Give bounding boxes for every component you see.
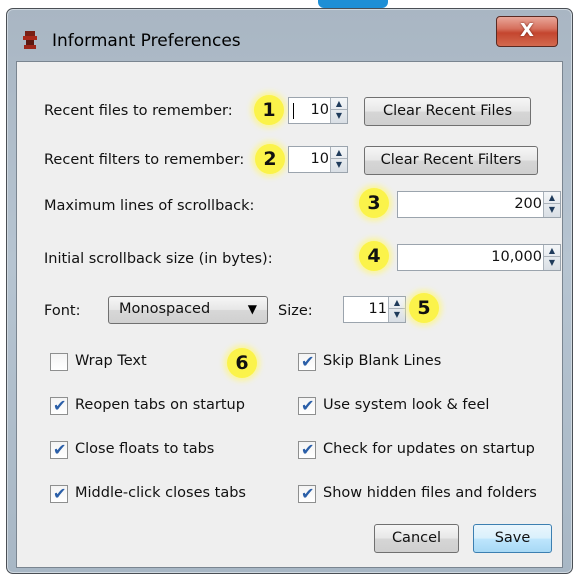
- annotation-badge-6: 6: [227, 348, 257, 378]
- app-icon: [23, 31, 37, 49]
- annotation-badge-1: 1: [254, 95, 284, 125]
- dropdown-arrow-icon: ▼: [247, 302, 257, 316]
- spinner-down-icon[interactable]: ▼: [544, 204, 560, 216]
- title-bar[interactable]: Informant Preferences X: [7, 9, 572, 59]
- max-scrollback-spinner[interactable]: 200 ▲ ▼: [397, 191, 561, 218]
- recent-filters-label: Recent filters to remember:: [44, 152, 245, 168]
- preferences-dialog: Informant Preferences X Recent files to …: [6, 8, 573, 574]
- initial-scrollback-value: 10,000: [491, 249, 542, 265]
- font-select[interactable]: Monospaced ▼: [108, 296, 268, 324]
- spinner-down-icon[interactable]: ▼: [331, 110, 347, 122]
- font-size-spinner[interactable]: 11 ▲ ▼: [343, 296, 406, 323]
- initial-scrollback-spinner[interactable]: 10,000 ▲ ▼: [397, 244, 561, 271]
- clear-recent-filters-button[interactable]: Clear Recent Filters: [364, 146, 538, 175]
- checkbox-box[interactable]: ✔: [50, 484, 68, 503]
- checkbox-box[interactable]: ✔: [50, 353, 68, 371]
- recent-filters-spinner[interactable]: 10 ▲ ▼: [288, 146, 348, 173]
- spinner-up-icon[interactable]: ▲: [544, 245, 560, 257]
- window-title: Informant Preferences: [52, 31, 241, 51]
- spinner-down-icon[interactable]: ▼: [389, 309, 405, 321]
- checkbox-box[interactable]: ✔: [298, 396, 316, 415]
- spinner-arrows[interactable]: ▲ ▼: [330, 98, 347, 123]
- spinner-up-icon[interactable]: ▲: [544, 192, 560, 204]
- recent-files-label: Recent files to remember:: [44, 103, 233, 119]
- text-caret: [293, 103, 294, 119]
- background-tab-fragment: [318, 0, 388, 8]
- checkbox-label: Skip Blank Lines: [323, 353, 442, 369]
- checkbox-box[interactable]: ✔: [298, 352, 316, 371]
- checkbox-box[interactable]: ✔: [298, 484, 316, 503]
- checkbox-label: Show hidden files and folders: [323, 485, 537, 501]
- checkbox-label: Middle-click closes tabs: [75, 485, 246, 501]
- spinner-arrows[interactable]: ▲ ▼: [543, 192, 560, 217]
- spinner-arrows[interactable]: ▲ ▼: [330, 147, 347, 172]
- checkbox-label: Use system look & feel: [323, 397, 490, 413]
- close-button[interactable]: X: [496, 16, 558, 47]
- check-icon: ✔: [53, 484, 67, 503]
- check-icon: ✔: [53, 396, 67, 415]
- check-icon: ✔: [301, 396, 315, 415]
- cancel-button[interactable]: Cancel: [374, 524, 459, 553]
- save-button[interactable]: Save: [473, 524, 552, 553]
- checkbox-label: Close floats to tabs: [75, 441, 215, 457]
- max-scrollback-value: 200: [514, 196, 542, 212]
- size-label: Size:: [278, 303, 313, 319]
- annotation-badge-2: 2: [255, 144, 285, 174]
- spinner-up-icon[interactable]: ▲: [331, 98, 347, 110]
- spinner-up-icon[interactable]: ▲: [389, 297, 405, 309]
- spinner-down-icon[interactable]: ▼: [331, 159, 347, 171]
- check-icon: ✔: [301, 484, 315, 503]
- recent-files-spinner[interactable]: 10 ▲ ▼: [288, 97, 348, 124]
- spinner-down-icon[interactable]: ▼: [544, 257, 560, 269]
- checkbox-label: Check for updates on startup: [323, 441, 535, 457]
- annotation-badge-5: 5: [409, 293, 439, 323]
- check-icon: ✔: [301, 440, 315, 459]
- spinner-up-icon[interactable]: ▲: [331, 147, 347, 159]
- spinner-arrows[interactable]: ▲ ▼: [543, 245, 560, 270]
- spinner-arrows[interactable]: ▲ ▼: [388, 297, 405, 322]
- checkbox-label: Reopen tabs on startup: [75, 397, 245, 413]
- max-scrollback-label: Maximum lines of scrollback:: [44, 198, 255, 214]
- annotation-badge-4: 4: [359, 241, 389, 271]
- recent-files-value: 10: [310, 102, 329, 118]
- dialog-content: Recent files to remember: 1 10 ▲ ▼ Clear …: [16, 61, 563, 568]
- font-select-value: Monospaced: [119, 301, 211, 317]
- checkbox-box[interactable]: ✔: [298, 440, 316, 459]
- checkbox-box[interactable]: ✔: [50, 440, 68, 459]
- recent-filters-value: 10: [310, 151, 329, 167]
- clear-recent-files-button[interactable]: Clear Recent Files: [364, 97, 531, 126]
- font-label: Font:: [44, 303, 81, 319]
- initial-scrollback-label: Initial scrollback size (in bytes):: [44, 251, 273, 267]
- check-icon: ✔: [301, 352, 315, 371]
- checkbox-label: Wrap Text: [75, 353, 147, 369]
- annotation-badge-3: 3: [359, 188, 389, 218]
- check-icon: ✔: [53, 440, 67, 459]
- font-size-value: 11: [368, 301, 387, 317]
- checkbox-box[interactable]: ✔: [50, 396, 68, 415]
